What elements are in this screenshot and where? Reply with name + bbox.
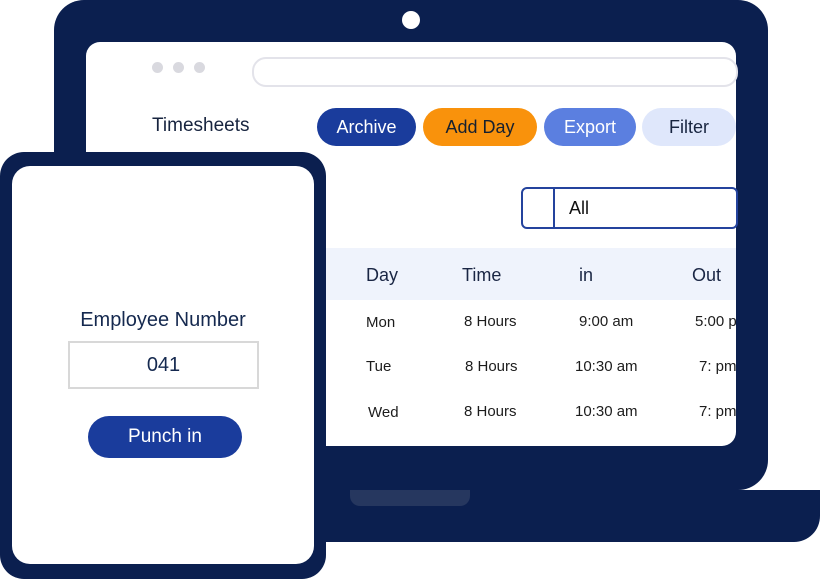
camera-icon [402,11,420,29]
cell-day: Mon [366,314,396,331]
cell-in: 9:00 am [579,313,634,330]
cell-out: 5:00 pm [695,313,736,330]
cell-in: 10:30 am [575,358,638,375]
employee-number-field[interactable]: 041 [68,341,259,389]
cell-time: 8 Hours [465,358,518,375]
cell-out: 7: pm [699,358,736,375]
column-header-time: Time [462,265,502,285]
cell-time: 8 Hours [464,313,517,330]
column-header-out: Out [692,265,722,285]
column-header-in: in [579,265,594,285]
cell-time: 8 Hours [464,403,517,420]
employee-number-label: Employee Number [80,309,246,331]
punch-in-button[interactable]: Punch in [88,416,242,458]
column-header-day: Day [366,265,399,285]
cell-out: 7: pm [699,403,736,420]
cell-in: 10:30 am [575,403,638,420]
cell-day: Tue [366,358,392,375]
cell-day: Wed [368,404,399,421]
laptop-notch [350,490,470,506]
